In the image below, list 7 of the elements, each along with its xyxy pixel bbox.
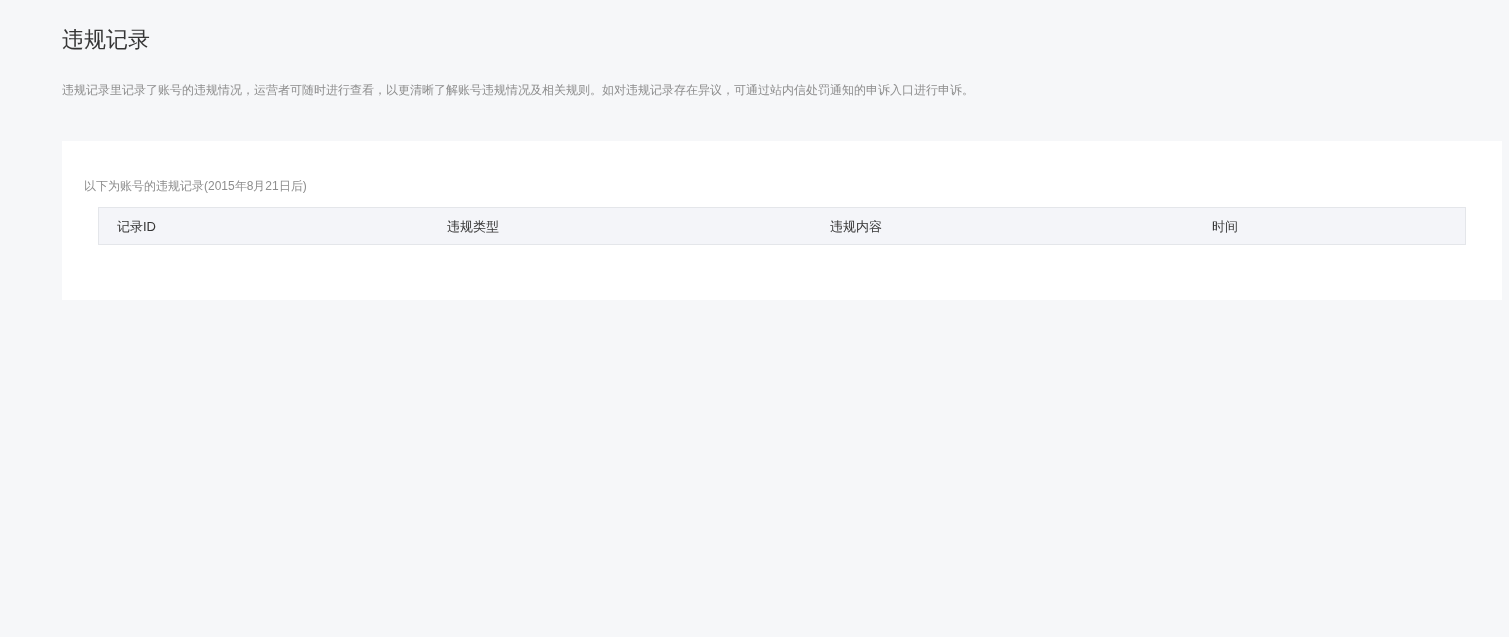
- page-title: 违规记录: [62, 26, 151, 54]
- records-caption: 以下为账号的违规记录(2015年8月21日后): [84, 178, 308, 194]
- column-header: 记录ID: [117, 219, 156, 234]
- column-header: 违规类型: [447, 219, 499, 234]
- column-header: 违规内容: [830, 219, 882, 234]
- page-description: 违规记录里记录了账号的违规情况，运营者可随时进行查看，以更清晰了解账号违规情况及相关规则。如对违规记录存在异议，可通过站内信处罚通知的申诉入口进行申诉。: [62, 82, 975, 98]
- column-header: 时间: [1212, 219, 1238, 234]
